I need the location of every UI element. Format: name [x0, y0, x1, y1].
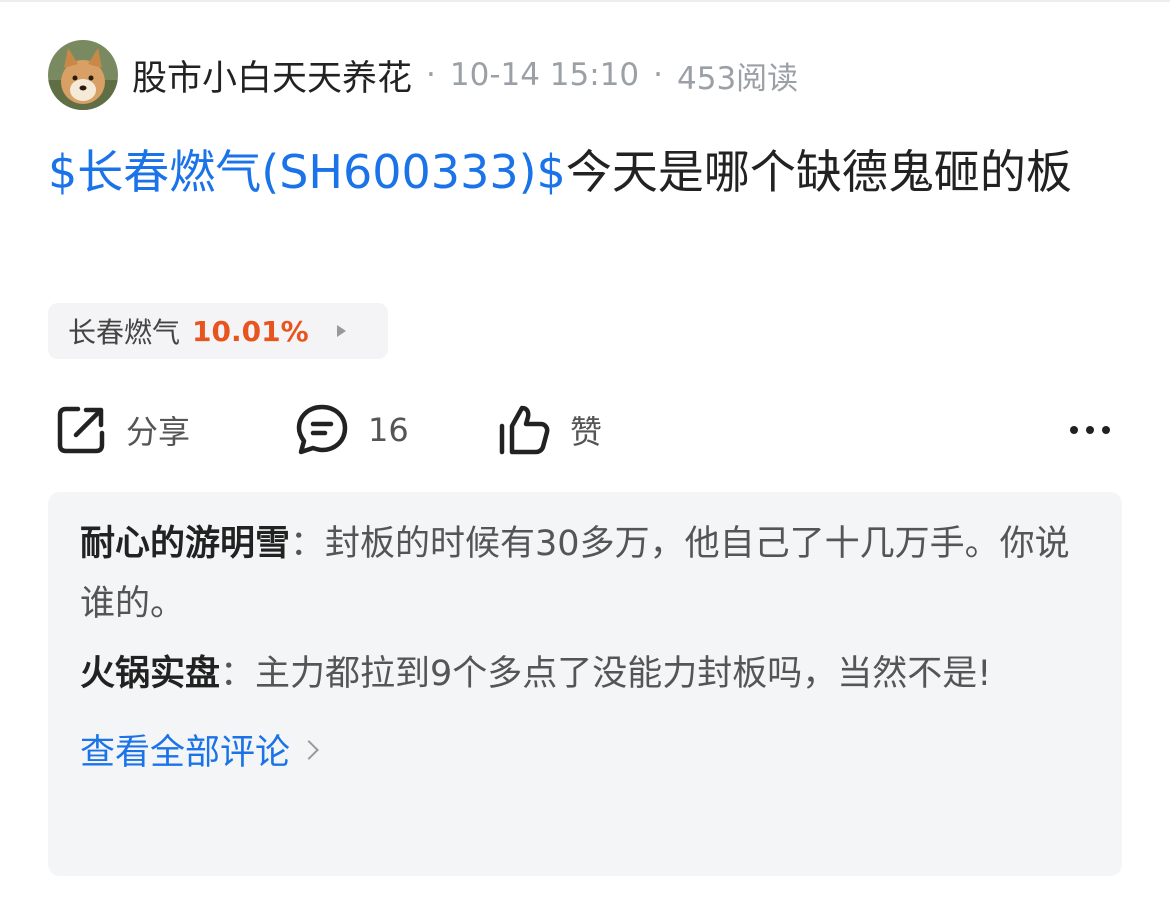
view-all-comments-label: 查看全部评论	[80, 733, 291, 773]
read-count: 453阅读	[677, 60, 799, 97]
thumbs-up-icon	[499, 405, 550, 455]
comment-colon: ：	[290, 524, 326, 564]
action-bar: 分享 16 赞	[48, 398, 1120, 462]
avatar[interactable]	[48, 40, 118, 110]
post-title: $长春燃气(SH600333)$今天是哪个缺德鬼砸的板	[48, 138, 1128, 206]
comment-count: 16	[368, 411, 409, 449]
share-button[interactable]: 分享	[54, 398, 190, 462]
stock-link[interactable]: $长春燃气(SH600333)$	[48, 145, 566, 199]
post-header: 股市小白天天养花 · 10-14 15:10 · 453阅读	[48, 40, 798, 110]
more-button[interactable]	[1068, 398, 1112, 462]
play-arrow-icon	[336, 325, 346, 337]
stock-chip[interactable]: 长春燃气 10.01%	[48, 303, 388, 359]
comment-bubble-icon	[296, 404, 348, 455]
chevron-right-icon	[299, 739, 319, 760]
stock-chip-change: 10.01%	[192, 314, 309, 348]
like-button[interactable]: 赞	[496, 398, 602, 462]
meta-separator: ·	[426, 57, 436, 93]
stock-chip-name: 长春燃气	[68, 316, 181, 349]
share-label: 分享	[126, 413, 191, 451]
like-label: 赞	[570, 413, 603, 451]
comment-user[interactable]: 火锅实盘	[80, 654, 220, 694]
comment-user[interactable]: 耐心的游明雪	[80, 524, 290, 564]
view-all-comments-link[interactable]: 查看全部评论	[80, 724, 319, 775]
comment-colon: ：	[220, 654, 256, 694]
post-timestamp: 10-14 15:10	[449, 57, 640, 93]
author-name[interactable]: 股市小白天天养花	[132, 50, 412, 101]
comment-text: 主力都拉到9个多点了没能力封板吗，当然不是!	[255, 654, 992, 694]
more-dots-icon	[1070, 426, 1110, 434]
share-icon	[57, 406, 105, 454]
comment-button[interactable]: 16	[294, 398, 409, 462]
comment-item[interactable]: 耐心的游明雪：封板的时候有30多万，他自己了十几万手。你说谁的。	[80, 514, 1090, 634]
meta-separator: ·	[653, 57, 664, 93]
comment-preview: 耐心的游明雪：封板的时候有30多万，他自己了十几万手。你说谁的。 火锅实盘：主力…	[48, 492, 1122, 876]
top-divider	[0, 0, 1170, 2]
post-title-text: 今天是哪个缺德鬼砸的板	[565, 145, 1072, 199]
comment-item[interactable]: 火锅实盘：主力都拉到9个多点了没能力封板吗，当然不是!	[80, 644, 1090, 704]
